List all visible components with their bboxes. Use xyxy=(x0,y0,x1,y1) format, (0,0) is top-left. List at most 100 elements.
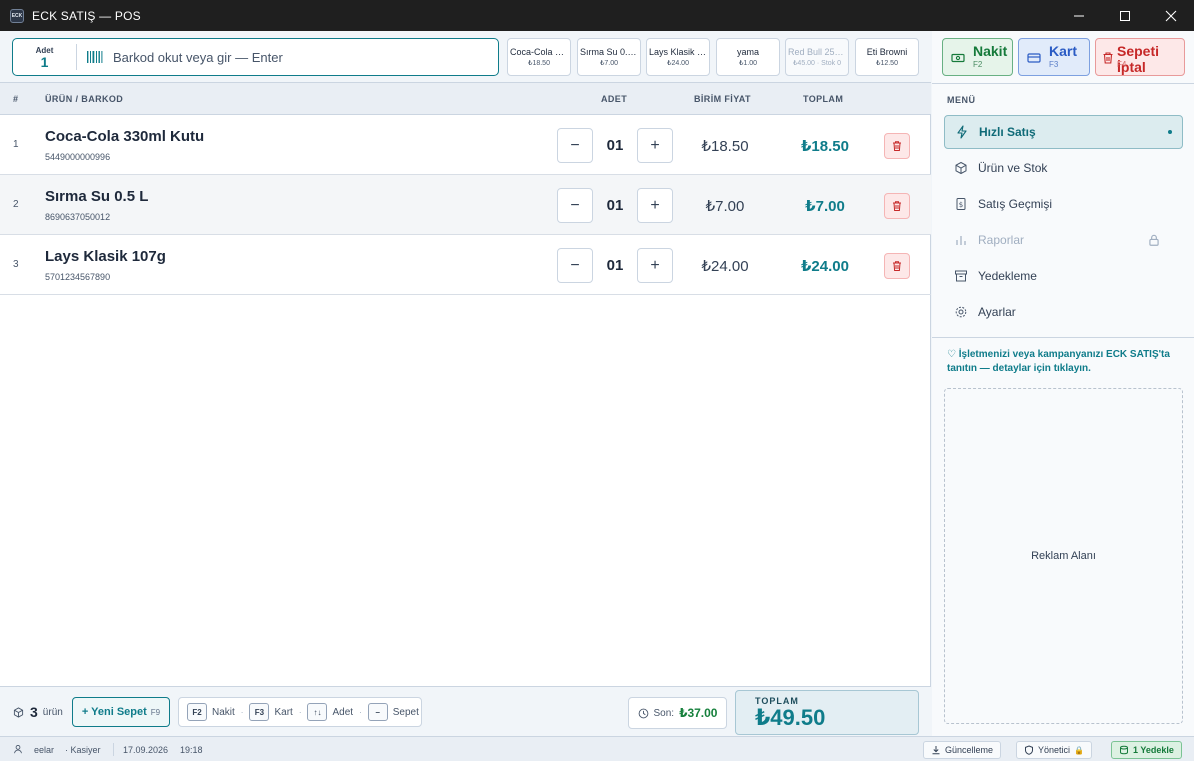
box-icon xyxy=(955,161,967,175)
status-time: 19:18 xyxy=(180,745,203,755)
minus-icon: − xyxy=(570,136,580,154)
row-index: 1 xyxy=(13,139,19,150)
table-row[interactable]: 2 Sırma Su 0.5 L 8690637050012 − 01 + ₺7… xyxy=(0,175,931,235)
minimize-button[interactable] xyxy=(1056,0,1102,31)
new-cart-shortcut: F9 xyxy=(150,707,161,717)
new-cart-button[interactable]: + Yeni Sepet F9 xyxy=(72,697,170,727)
ad-area[interactable]: Reklam Alanı xyxy=(944,388,1183,724)
header-total: TOPLAM xyxy=(803,94,844,104)
menu-item-label: Yedekleme xyxy=(978,269,1037,283)
decrease-qty-button[interactable]: − xyxy=(557,128,593,163)
row-qty: 01 xyxy=(606,257,624,274)
status-date: 17.09.2026 xyxy=(123,745,169,755)
shortcut-qty: ↑↓ Adet xyxy=(307,703,353,721)
separator: · xyxy=(359,707,362,717)
separator: · xyxy=(240,707,244,717)
app-logo-icon: ECK xyxy=(10,8,24,23)
increase-qty-button[interactable]: + xyxy=(637,248,673,283)
product-name: Lays Klasik 107g xyxy=(45,248,166,265)
menu-item-reports: Raporlar xyxy=(944,223,1183,257)
trash-icon xyxy=(893,261,901,271)
item-count-unit: ürün xyxy=(42,706,63,718)
clock-icon xyxy=(638,708,648,718)
quick-product-price: ₺7.00 xyxy=(599,60,619,67)
row-unit-price: ₺24.00 xyxy=(701,258,749,275)
update-label: Güncelleme xyxy=(945,745,994,755)
increase-qty-button[interactable]: + xyxy=(637,128,673,163)
cash-label: Nakit xyxy=(973,43,1008,59)
chart-icon xyxy=(956,236,966,245)
admin-label: Yönetici xyxy=(1038,745,1071,755)
quick-product-button[interactable]: yama ₺1.00 xyxy=(716,38,780,76)
menu-title: MENÜ xyxy=(947,95,976,105)
divider xyxy=(113,743,114,756)
key-cap: F2 xyxy=(187,703,207,721)
shortcut-label: Kart xyxy=(274,706,293,718)
shortcut-label: Sepet xyxy=(392,706,419,718)
row-index: 3 xyxy=(13,259,19,270)
menu-item-label: Ayarlar xyxy=(978,305,1016,319)
remove-item-button[interactable] xyxy=(884,133,910,159)
remove-item-button[interactable] xyxy=(884,193,910,219)
table-row[interactable]: 1 Coca-Cola 330ml Kutu 5449000000996 − 0… xyxy=(0,115,931,175)
archive-icon xyxy=(955,270,967,282)
backup-button[interactable]: 1 Yedekle xyxy=(1111,741,1182,759)
decrease-qty-button[interactable]: − xyxy=(557,188,593,223)
promo-link[interactable]: ♡ İşletmenizi veya kampanyanızı ECK SATI… xyxy=(947,348,1182,376)
minus-icon: − xyxy=(570,196,580,214)
window-controls xyxy=(1056,0,1194,31)
cancel-cart-button[interactable]: Sepeti İptal F4 xyxy=(1095,38,1185,76)
shortcut-label: Nakit xyxy=(212,706,235,718)
menu-item-quick-sale[interactable]: Hızlı Satış xyxy=(944,115,1183,149)
maximize-button[interactable] xyxy=(1102,0,1148,31)
product-barcode: 5449000000996 xyxy=(45,152,111,162)
product-name: Sırma Su 0.5 L xyxy=(45,188,149,205)
quick-product-button[interactable]: Sırma Su 0.5 L ₺7.00 xyxy=(577,38,641,76)
svg-text:$: $ xyxy=(959,201,963,209)
barcode-entry[interactable]: Adet 1 xyxy=(12,38,499,76)
download-icon xyxy=(932,746,940,755)
decrease-qty-button[interactable]: − xyxy=(557,248,593,283)
plus-icon: + xyxy=(650,136,660,154)
product-barcode: 5701234567890 xyxy=(45,272,111,282)
row-total: ₺24.00 xyxy=(801,258,849,275)
card-payment-button[interactable]: Kart F3 xyxy=(1018,38,1090,76)
menu-item-label: Raporlar xyxy=(978,233,1025,247)
close-window-button[interactable] xyxy=(1148,0,1194,31)
user-icon xyxy=(14,745,22,754)
shortcut-hints: F2 Nakit · F3 Kart · ↑↓ Adet · – Sepet xyxy=(178,697,422,727)
key-cap: F3 xyxy=(249,703,270,721)
quick-product-button[interactable]: Eti Browni ₺12.50 xyxy=(855,38,919,76)
menu-item-products-stock[interactable]: Ürün ve Stok xyxy=(944,151,1183,185)
quick-product-button[interactable]: Coca-Cola 330ml Kutu ₺18.50 xyxy=(507,38,571,76)
quick-product-name: yama xyxy=(736,47,759,57)
admin-button[interactable]: Yönetici 🔒 xyxy=(1016,741,1092,759)
menu-item-backup[interactable]: Yedekleme xyxy=(944,259,1183,293)
quick-product-button[interactable]: Lays Klasik 107g ₺24.00 xyxy=(646,38,710,76)
increase-qty-button[interactable]: + xyxy=(637,188,673,223)
row-qty: 01 xyxy=(606,137,624,154)
plus-icon: + xyxy=(650,256,660,274)
remove-item-button[interactable] xyxy=(884,253,910,279)
table-row[interactable]: 3 Lays Klasik 107g 5701234567890 − 01 + … xyxy=(0,235,931,295)
cash-shortcut: F2 xyxy=(973,60,983,69)
status-bar: eelar · Kasiyer 17.09.2026 19:18 Güncell… xyxy=(0,736,1194,761)
barcode-input[interactable] xyxy=(113,49,473,65)
update-button[interactable]: Güncelleme xyxy=(923,741,1002,759)
quantity-field[interactable]: Adet 1 xyxy=(13,44,77,70)
trash-icon xyxy=(893,201,901,211)
window-title: ECK SATIŞ — POS xyxy=(32,8,141,23)
sales-panel: Adet 1 Coca-Cola 330ml Kutu ₺18.50 Sırma… xyxy=(0,31,931,736)
menu-item-sales-history[interactable]: $ Satış Geçmişi xyxy=(944,187,1183,221)
shortcut-cash: F2 Nakit xyxy=(187,703,235,721)
quick-product-name: Eti Browni xyxy=(866,47,908,57)
row-total: ₺18.50 xyxy=(801,138,849,155)
box-icon xyxy=(13,706,24,718)
receipt-icon: $ xyxy=(956,198,966,210)
lock-icon xyxy=(1149,234,1159,246)
cash-payment-button[interactable]: Nakit F2 xyxy=(942,38,1013,76)
row-unit-price: ₺7.00 xyxy=(705,198,745,215)
menu-item-settings[interactable]: Ayarlar xyxy=(944,295,1183,329)
minimize-icon xyxy=(1074,15,1084,16)
barcode-icon xyxy=(87,51,103,63)
